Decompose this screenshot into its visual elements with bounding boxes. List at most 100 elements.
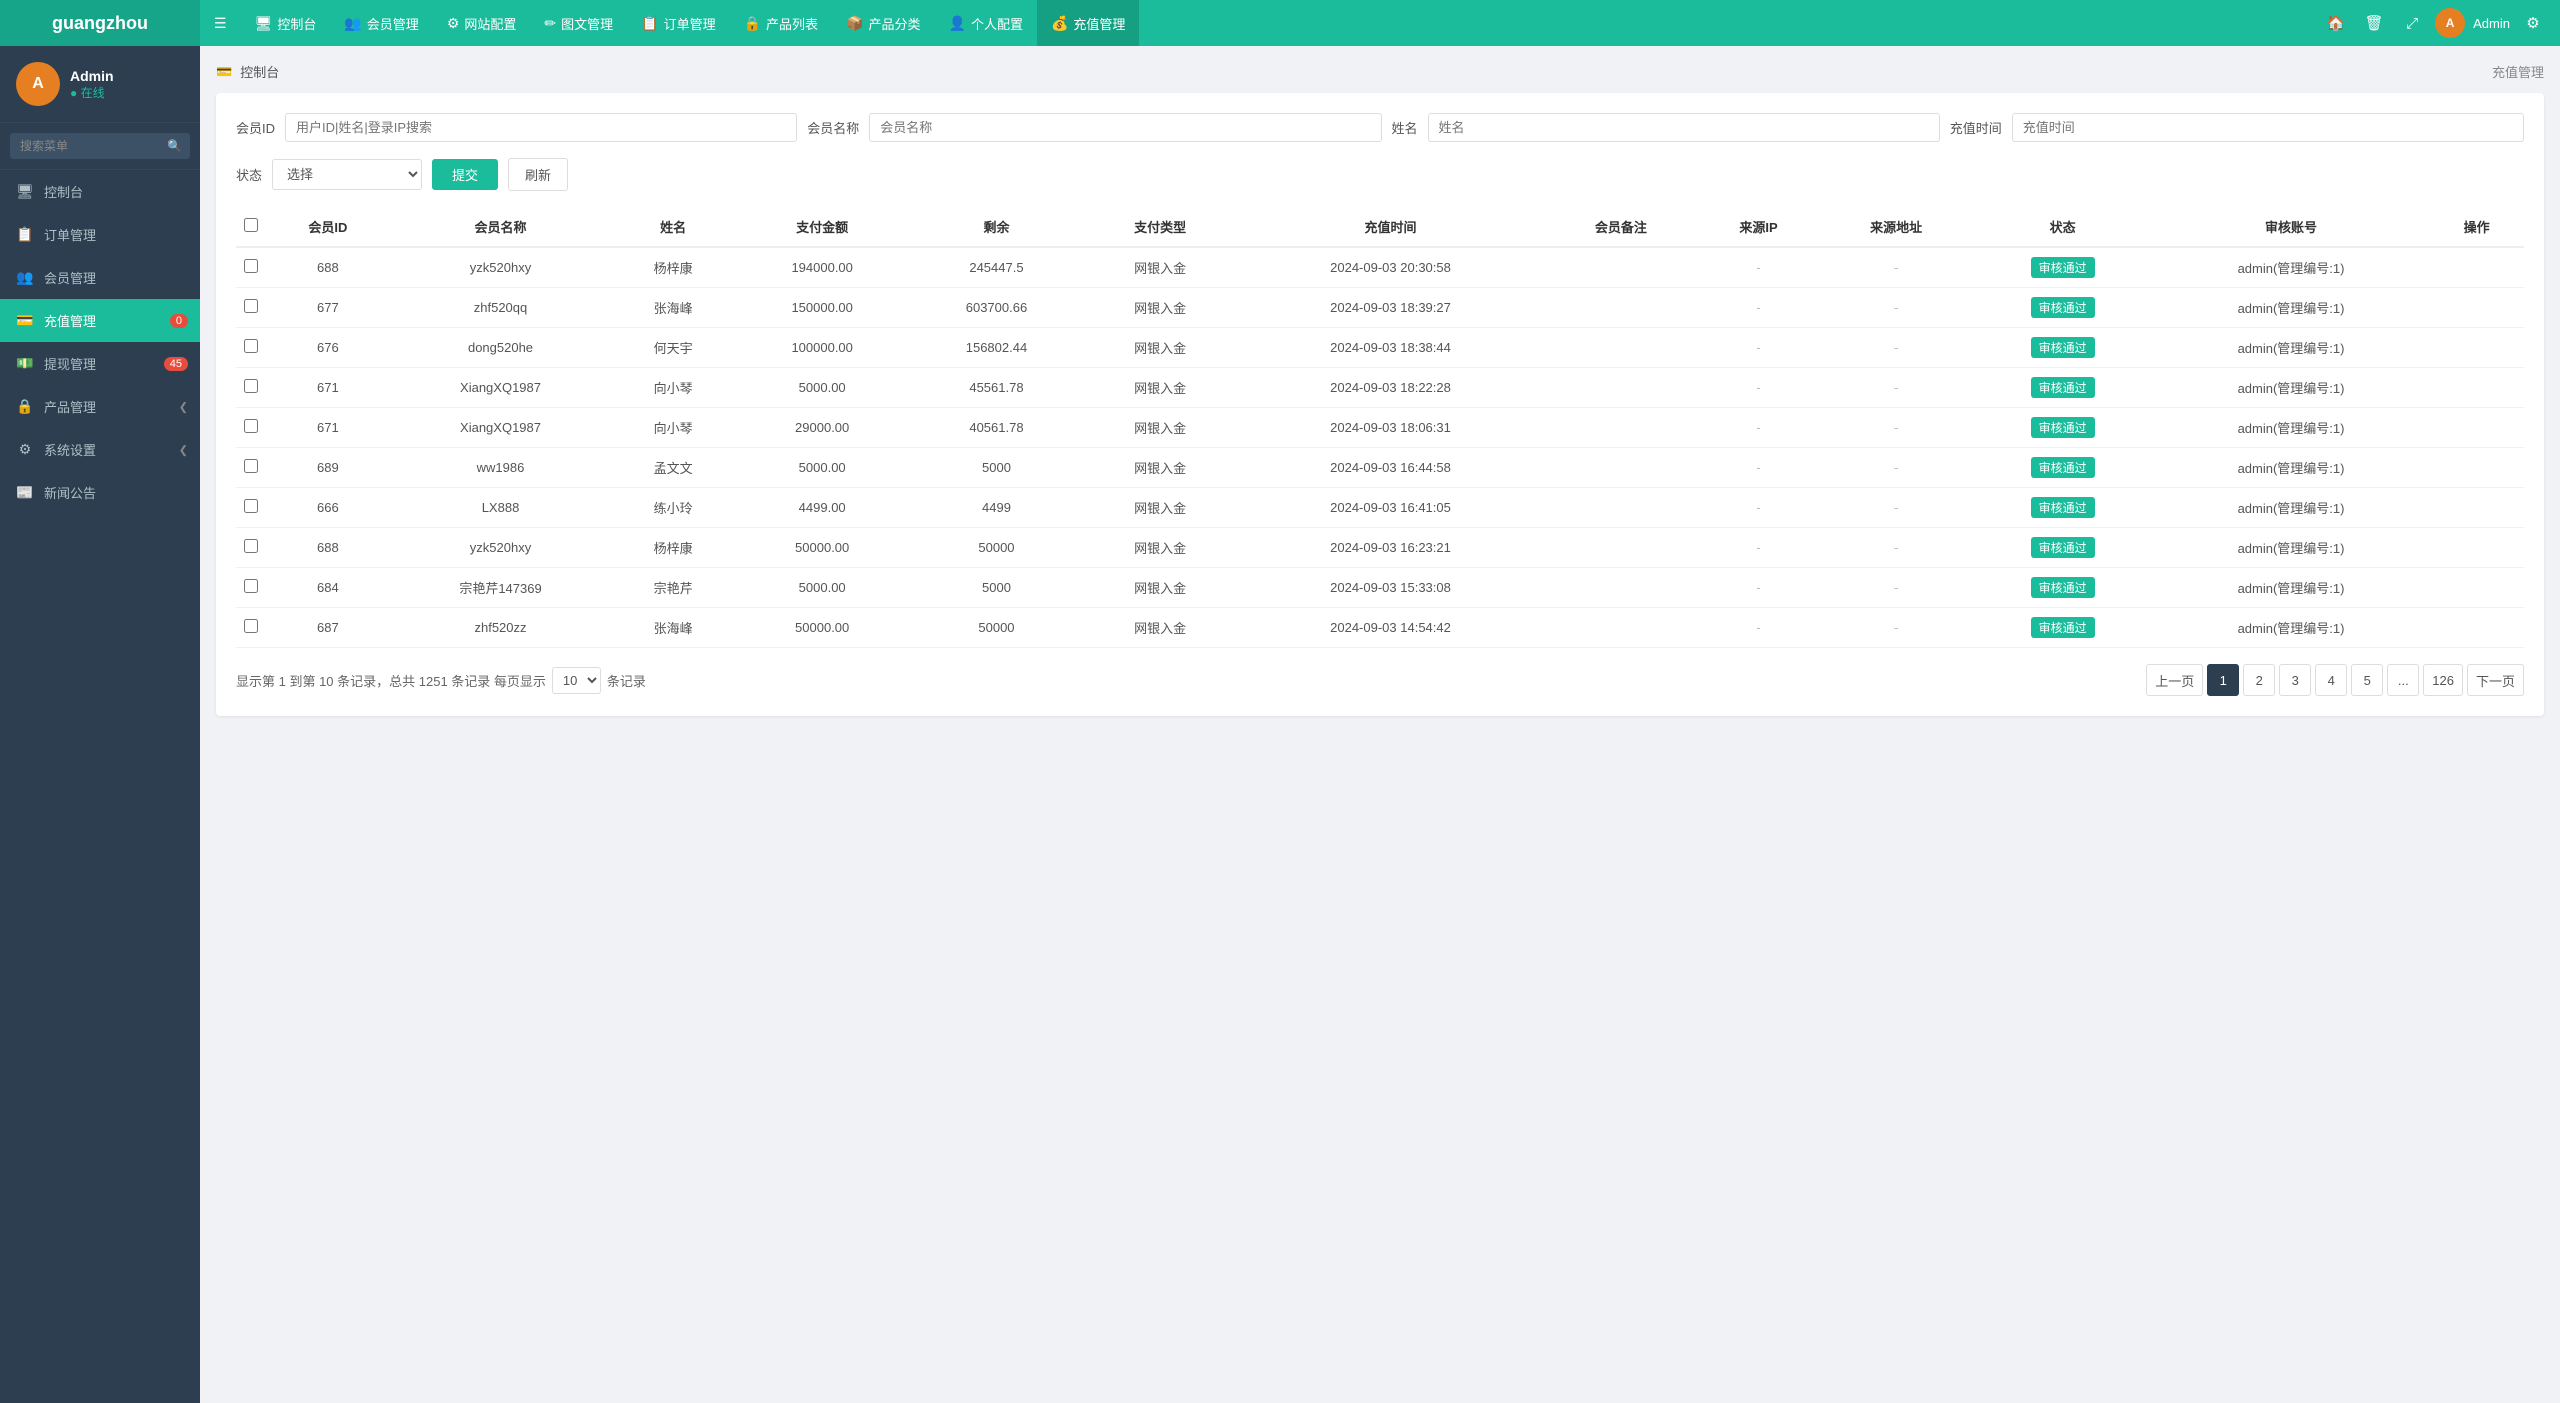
row-checkbox[interactable] — [244, 339, 258, 353]
nav-personal-config[interactable]: 👤 个人配置 — [935, 0, 1037, 46]
chevron-icon: ❮ — [179, 400, 188, 413]
select-all-header — [236, 207, 266, 247]
pagination-info: 显示第 1 到第 10 条记录，总共 1251 条记录 每页显示 10 20 5… — [236, 667, 646, 694]
status-select[interactable]: 选择 — [272, 159, 422, 190]
recharge-menu-icon: 💳 — [16, 312, 34, 329]
cell-member-id: 689 — [266, 448, 390, 488]
cell-username: zhf520zz — [390, 608, 611, 648]
nav-product-cat[interactable]: 📦 产品分类 — [832, 0, 934, 46]
col-status: 状态 — [1973, 207, 2153, 247]
cell-pay-type: 网银入金 — [1084, 328, 1237, 368]
cell-username: XiangXQ1987 — [390, 408, 611, 448]
sidebar-item-order-mgmt[interactable]: 📋 订单管理 — [0, 213, 200, 256]
row-checkbox[interactable] — [244, 619, 258, 633]
cell-amount: 50000.00 — [735, 528, 909, 568]
prev-page-button[interactable]: 上一页 — [2146, 664, 2203, 696]
sidebar-item-news[interactable]: 📰 新闻公告 — [0, 471, 200, 514]
username: Admin — [70, 68, 114, 84]
cell-time: 2024-09-03 18:22:28 — [1237, 368, 1545, 408]
cell-action — [2429, 608, 2524, 648]
admin-settings-icon[interactable]: ⚙ — [2518, 8, 2548, 38]
member-id-input[interactable] — [285, 113, 797, 142]
cell-amount: 100000.00 — [735, 328, 909, 368]
search-icon: 🔍 — [167, 139, 182, 153]
cell-member-id: 687 — [266, 608, 390, 648]
nav-product-list[interactable]: 🔒 产品列表 — [730, 0, 832, 46]
table-row: 666 LX888 练小玲 4499.00 4499 网银入金 2024-09-… — [236, 488, 2524, 528]
cell-remark — [1544, 528, 1697, 568]
fullscreen-button[interactable]: ⤢ — [2397, 8, 2427, 38]
per-page-select[interactable]: 10 20 50 — [552, 667, 601, 694]
nav-dashboard[interactable]: 🖥 控制台 — [241, 0, 331, 46]
main-card: 会员ID 会员名称 姓名 充值时间 状态 选择 提交 刷新 — [216, 93, 2544, 716]
cell-status: 审核通过 — [1973, 328, 2153, 368]
cell-time: 2024-09-03 18:06:31 — [1237, 408, 1545, 448]
submit-button[interactable]: 提交 — [432, 159, 498, 190]
row-checkbox[interactable] — [244, 299, 258, 313]
article-icon: ✏ — [544, 15, 556, 32]
product-list-icon: 🔒 — [744, 15, 761, 32]
status-badge: 审核通过 — [2031, 417, 2095, 438]
cell-status: 审核通过 — [1973, 568, 2153, 608]
nav-recharge-mgmt[interactable]: 💰 充值管理 — [1037, 0, 1139, 46]
recharge-time-label: 充值时间 — [1950, 118, 2002, 137]
member-name-input[interactable] — [869, 113, 1381, 142]
sidebar-menu: 🖥 控制台 📋 订单管理 👥 会员管理 💳 充值管理 0 💵 提现管理 45 — [0, 170, 200, 1403]
nav-site-config[interactable]: ⚙ 网站配置 — [433, 0, 531, 46]
nav-member-mgmt[interactable]: 👥 会员管理 — [330, 0, 432, 46]
real-name-input[interactable] — [1428, 113, 1940, 142]
sidebar-item-withdraw-mgmt[interactable]: 💵 提现管理 45 — [0, 342, 200, 385]
site-config-icon: ⚙ — [447, 15, 460, 32]
row-checkbox[interactable] — [244, 259, 258, 273]
trash-button[interactable]: 🗑 — [2359, 8, 2389, 38]
real-name-label: 姓名 — [1392, 118, 1418, 137]
row-checkbox[interactable] — [244, 379, 258, 393]
avatar: A — [16, 62, 60, 106]
row-checkbox[interactable] — [244, 499, 258, 513]
nav-order-mgmt[interactable]: 📋 订单管理 — [627, 0, 729, 46]
recharge-time-input[interactable] — [2012, 113, 2524, 142]
search-input[interactable] — [10, 133, 190, 159]
row-checkbox[interactable] — [244, 539, 258, 553]
cell-status: 审核通过 — [1973, 488, 2153, 528]
status-badge: 审核通过 — [2031, 617, 2095, 638]
cell-source-addr: - — [1820, 328, 1973, 368]
cell-auditor: admin(管理编号:1) — [2153, 247, 2430, 288]
page-5-button[interactable]: 5 — [2351, 664, 2383, 696]
nav-article-mgmt[interactable]: ✏ 图文管理 — [530, 0, 627, 46]
select-all-checkbox[interactable] — [244, 218, 258, 232]
cell-pay-type: 网银入金 — [1084, 528, 1237, 568]
member-menu-icon: 👥 — [16, 269, 34, 286]
next-page-button[interactable]: 下一页 — [2467, 664, 2524, 696]
page-3-button[interactable]: 3 — [2279, 664, 2311, 696]
sidebar-item-recharge-mgmt[interactable]: 💳 充值管理 0 — [0, 299, 200, 342]
product-cat-icon: 📦 — [846, 15, 863, 32]
cell-action — [2429, 448, 2524, 488]
sidebar: A Admin 在线 🔍 🖥 控制台 📋 订单管理 👥 会员管理 — [0, 46, 200, 1403]
cell-balance: 603700.66 — [909, 288, 1083, 328]
page-1-button[interactable]: 1 — [2207, 664, 2239, 696]
row-checkbox[interactable] — [244, 419, 258, 433]
status-badge: 审核通过 — [2031, 577, 2095, 598]
cell-source-addr: - — [1820, 288, 1973, 328]
cell-member-id: 671 — [266, 368, 390, 408]
nav-menu-toggle[interactable]: ☰ — [200, 0, 241, 46]
page-4-button[interactable]: 4 — [2315, 664, 2347, 696]
page-...-button[interactable]: ... — [2387, 664, 2419, 696]
sidebar-item-member-mgmt[interactable]: 👥 会员管理 — [0, 256, 200, 299]
sidebar-item-system-settings[interactable]: ⚙ 系统设置 ❮ — [0, 428, 200, 471]
home-button[interactable]: 🏠 — [2321, 8, 2351, 38]
breadcrumb-icon: 💳 — [216, 64, 232, 80]
row-checkbox[interactable] — [244, 579, 258, 593]
page-2-button[interactable]: 2 — [2243, 664, 2275, 696]
page-126-button[interactable]: 126 — [2423, 664, 2463, 696]
cell-source-ip: - — [1697, 568, 1819, 608]
product-menu-icon: 🔒 — [16, 398, 34, 415]
refresh-button[interactable]: 刷新 — [508, 158, 568, 191]
cell-source-addr: - — [1820, 247, 1973, 288]
row-checkbox[interactable] — [244, 459, 258, 473]
cell-real-name: 杨梓康 — [611, 247, 735, 288]
cell-amount: 50000.00 — [735, 608, 909, 648]
sidebar-item-dashboard[interactable]: 🖥 控制台 — [0, 170, 200, 213]
sidebar-item-product-mgmt[interactable]: 🔒 产品管理 ❮ — [0, 385, 200, 428]
